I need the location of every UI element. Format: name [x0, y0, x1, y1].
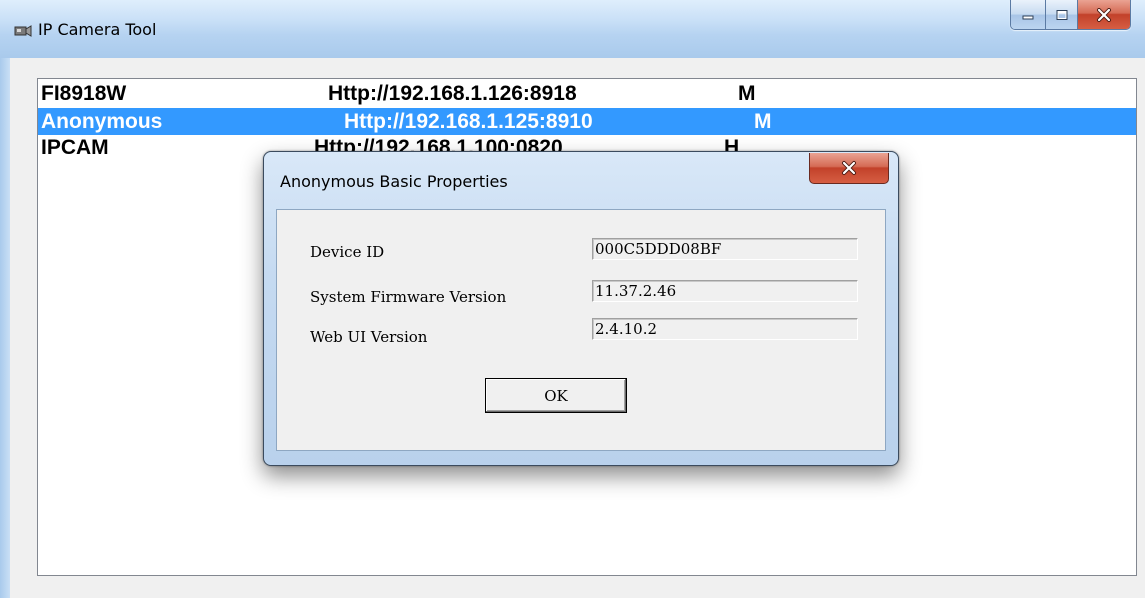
close-icon [1097, 7, 1111, 22]
ip-camera-tool-window: IP Camera Tool FI8918W Http://192.168.1.… [0, 0, 1145, 598]
web-ui-version-label: Web UI Version [310, 328, 428, 346]
device-row-fi8918w[interactable]: FI8918W Http://192.168.1.126:8918 M [38, 80, 1136, 107]
device-row-anonymous[interactable]: Anonymous Http://192.168.1.125:8910 M [38, 108, 1136, 135]
minimize-button[interactable] [1011, 0, 1045, 29]
properties-dialog: Anonymous Basic Properties Device ID 000… [263, 151, 899, 466]
ok-button[interactable]: OK [485, 378, 627, 413]
dialog-close-button[interactable] [809, 153, 889, 184]
close-button[interactable] [1077, 0, 1130, 29]
maximize-icon [1056, 9, 1067, 20]
window-left-border [0, 58, 10, 598]
device-type: M [738, 82, 756, 105]
firmware-version-label: System Firmware Version [310, 288, 507, 306]
window-controls [1010, 0, 1131, 30]
dialog-title: Anonymous Basic Properties [280, 172, 508, 191]
window-title: IP Camera Tool [38, 20, 157, 39]
web-ui-version-field[interactable]: 2.4.10.2 [592, 318, 858, 340]
device-name: Anonymous [41, 110, 163, 133]
device-id-field[interactable]: 000C5DDD08BF [592, 238, 858, 260]
device-type: M [754, 110, 772, 133]
camera-app-icon [14, 25, 32, 37]
firmware-version-field[interactable]: 11.37.2.46 [592, 280, 858, 302]
title-bar[interactable]: IP Camera Tool [0, 0, 1145, 58]
close-icon [842, 161, 856, 175]
device-name: FI8918W [41, 82, 127, 105]
minimize-icon [1022, 15, 1034, 19]
maximize-button[interactable] [1045, 0, 1077, 29]
device-id-label: Device ID [310, 243, 385, 261]
device-url: Http://192.168.1.126:8918 [328, 82, 577, 105]
dialog-body: Device ID 000C5DDD08BF System Firmware V… [276, 209, 886, 451]
device-url: Http://192.168.1.125:8910 [344, 110, 593, 133]
device-name: IPCAM [41, 136, 109, 159]
